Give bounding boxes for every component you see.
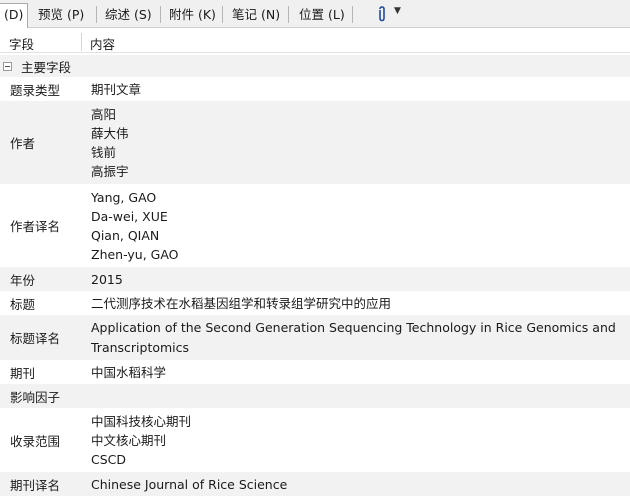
dropdown-arrow-icon[interactable]: ▼ bbox=[394, 6, 401, 16]
paperclip-icon[interactable] bbox=[377, 6, 387, 22]
field-label: 标题译名 bbox=[10, 331, 61, 346]
content-column-header[interactable]: 内容 bbox=[90, 34, 115, 53]
tab-summary[interactable]: 综述 (S) bbox=[105, 4, 152, 26]
tab-details[interactable]: (D) bbox=[0, 3, 29, 28]
tab-separator bbox=[288, 6, 289, 23]
field-row-author-translation[interactable]: 作者译名 Yang, GAO Da-wei, XUE Qian, QIAN Zhen-… bbox=[0, 184, 630, 267]
field-label: 期刊译名 bbox=[10, 477, 61, 493]
field-label: 作者 bbox=[10, 136, 36, 151]
tab-notes[interactable]: 笔记 (N) bbox=[232, 4, 280, 26]
section-main-fields[interactable]: 主要字段 bbox=[0, 55, 630, 77]
field-value[interactable]: Application of the Second Generation Seq… bbox=[82, 315, 630, 360]
field-value[interactable]: 中国水稻科学 bbox=[82, 360, 630, 384]
column-divider[interactable] bbox=[81, 33, 82, 51]
tab-separator bbox=[96, 6, 97, 23]
field-value[interactable]: Yang, GAO Da-wei, XUE Qian, QIAN Zhen-yu, G… bbox=[82, 184, 630, 267]
field-label: 年份 bbox=[10, 272, 36, 288]
field-label: 期刊 bbox=[10, 365, 36, 381]
field-row-year[interactable]: 年份 2015 bbox=[0, 267, 630, 291]
tab-separator bbox=[352, 6, 353, 23]
field-row-impact-factor[interactable]: 影响因子 bbox=[0, 384, 630, 408]
tab-location[interactable]: 位置 (L) bbox=[299, 4, 345, 26]
tab-separator bbox=[222, 6, 223, 23]
field-column-header[interactable]: 字段 bbox=[9, 34, 34, 53]
tab-separator bbox=[160, 6, 161, 23]
field-value[interactable]: 期刊文章 bbox=[82, 77, 630, 101]
field-value[interactable] bbox=[82, 384, 630, 408]
field-value[interactable]: Chinese Journal of Rice Science bbox=[82, 472, 630, 496]
field-row-journal-translation[interactable]: 期刊译名 Chinese Journal of Rice Science bbox=[0, 472, 630, 496]
tab-bar: (D) 预览 (P) 综述 (S) 附件 (K) 笔记 (N) 位置 (L) ▼ bbox=[0, 0, 630, 28]
field-row-type[interactable]: 题录类型 期刊文章 bbox=[0, 77, 630, 101]
field-row-title[interactable]: 标题 二代测序技术在水稻基因组学和转录组学研究中的应用 bbox=[0, 291, 630, 315]
field-label: 作者译名 bbox=[10, 219, 61, 234]
field-row-title-translation[interactable]: 标题译名 Application of the Second Generatio… bbox=[0, 315, 630, 360]
field-value[interactable]: 高阳 薛大伟 钱前 高振宇 bbox=[82, 101, 630, 184]
tab-attachments[interactable]: 附件 (K) bbox=[169, 4, 216, 26]
field-value[interactable]: 2015 bbox=[82, 267, 630, 291]
field-label: 收录范围 bbox=[10, 433, 61, 449]
field-row-authors[interactable]: 作者 高阳 薛大伟 钱前 高振宇 bbox=[0, 101, 630, 184]
tab-preview[interactable]: 预览 (P) bbox=[38, 4, 84, 26]
field-list: 主要字段 题录类型 期刊文章 作者 高阳 薛大伟 钱前 高振宇 作者译名 Yang, … bbox=[0, 55, 630, 496]
field-label: 标题 bbox=[10, 296, 36, 312]
field-row-journal[interactable]: 期刊 中国水稻科学 bbox=[0, 360, 630, 384]
field-row-indexing[interactable]: 收录范围 中国科技核心期刊 中文核心期刊 CSCD bbox=[0, 408, 630, 472]
field-label: 题录类型 bbox=[10, 82, 61, 98]
field-value[interactable]: 中国科技核心期刊 中文核心期刊 CSCD bbox=[82, 408, 630, 472]
field-label: 影响因子 bbox=[10, 389, 61, 405]
column-header: 字段 内容 bbox=[0, 31, 630, 53]
field-value[interactable]: 二代测序技术在水稻基因组学和转录组学研究中的应用 bbox=[82, 291, 630, 315]
collapse-icon[interactable] bbox=[3, 61, 12, 71]
section-label: 主要字段 bbox=[21, 59, 72, 75]
